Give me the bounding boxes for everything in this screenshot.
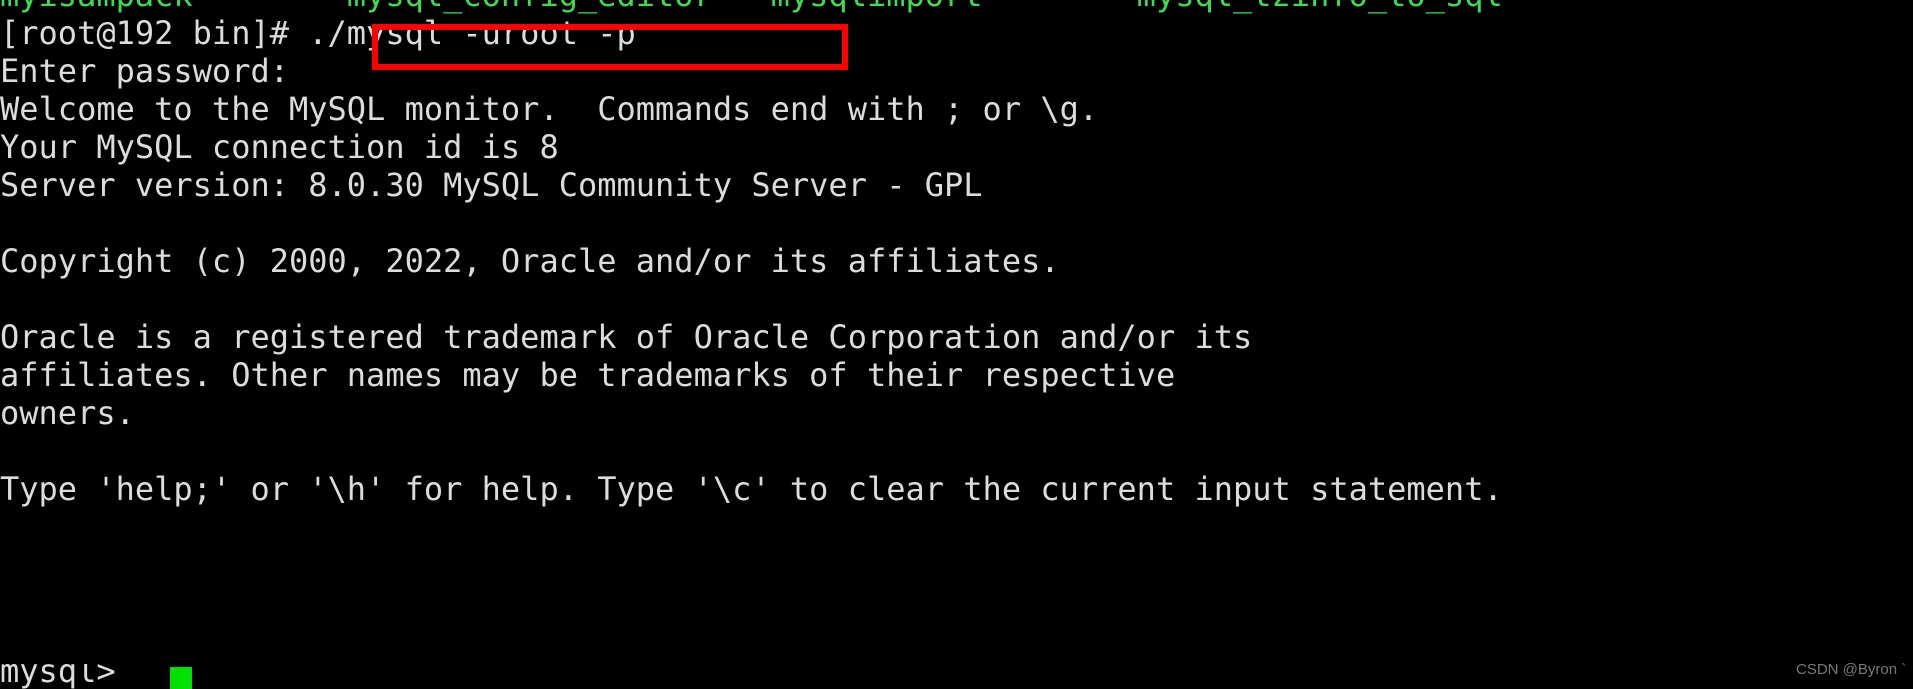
terminal-line-enter-password: Enter password: — [0, 52, 289, 90]
terminal-line-trademark-2: affiliates. Other names may be trademark… — [0, 356, 1176, 394]
mysql-prompt: mysql> — [0, 664, 135, 689]
terminal-line-copyright: Copyright (c) 2000, 2022, Oracle and/or … — [0, 242, 1060, 280]
csdn-watermark: CSDN @Byron ` — [1796, 661, 1907, 678]
terminal-line-trademark-1: Oracle is a registered trademark of Orac… — [0, 318, 1253, 356]
shell-command: ./mysql -uroot -p — [308, 14, 636, 52]
terminal-line-trademark-3: owners. — [0, 394, 135, 432]
terminal-line-server-version: Server version: 8.0.30 MySQL Community S… — [0, 166, 983, 204]
terminal-cursor — [170, 667, 192, 689]
shell-prompt: [root@192 bin]# — [0, 14, 309, 52]
terminal-window[interactable]: myisampack mysql_config_editor mysqlimpo… — [0, 0, 1913, 689]
terminal-line-binaries: myisampack mysql_config_editor mysqlimpo… — [0, 0, 1503, 14]
terminal-row-mysql-prompt-clip[interactable]: mysql> — [0, 664, 1913, 689]
terminal-line-welcome: Welcome to the MySQL monitor. Commands e… — [0, 90, 1099, 128]
terminal-line-connection-id: Your MySQL connection id is 8 — [0, 128, 559, 166]
terminal-line-help-hint: Type 'help;' or '\h' for help. Type '\c'… — [0, 470, 1503, 508]
terminal-line-prompt-command[interactable]: [root@192 bin]# ./mysql -uroot -p — [0, 14, 636, 52]
terminal-row-binaries-clip: myisampack mysql_config_editor mysqlimpo… — [0, 0, 1913, 14]
